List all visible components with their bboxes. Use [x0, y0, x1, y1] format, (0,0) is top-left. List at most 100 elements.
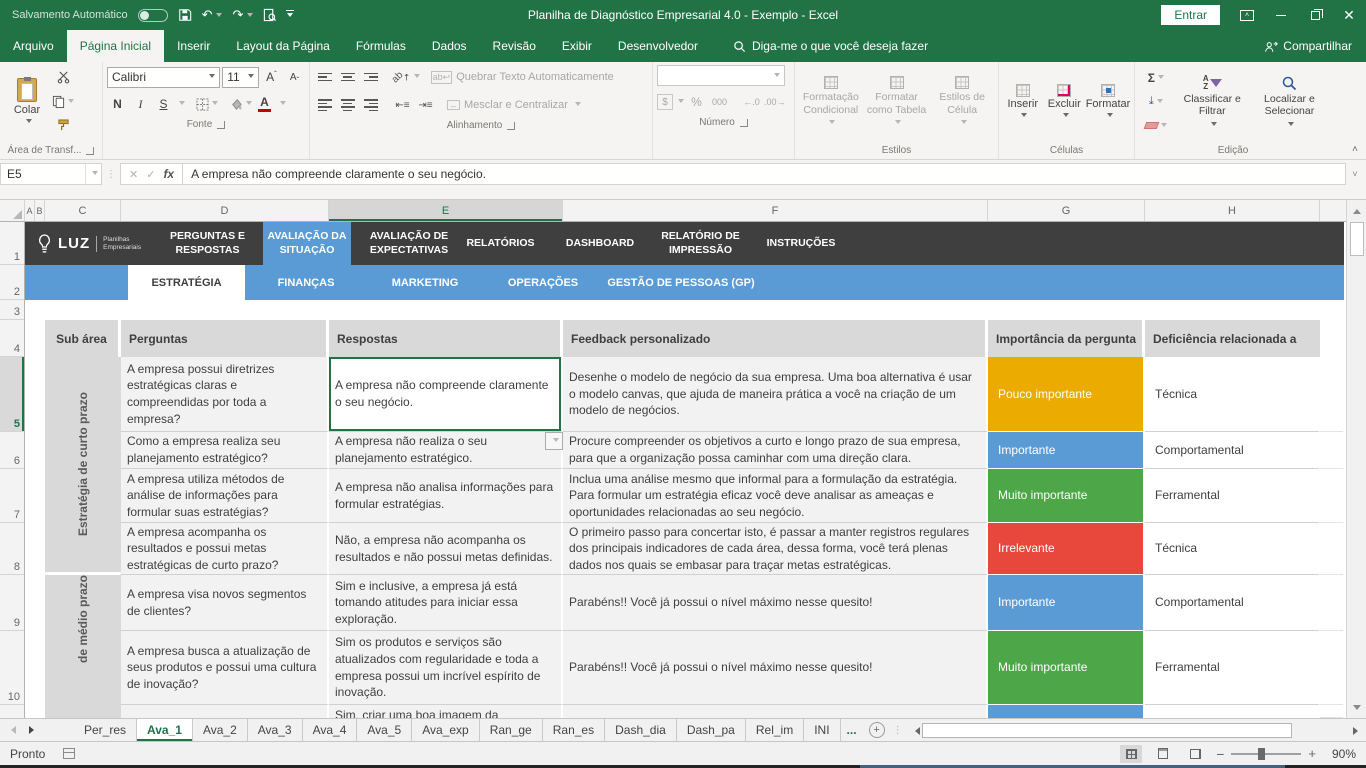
sheet-tab-ava-5[interactable]: Ava_5 — [357, 719, 412, 741]
cell-resposta[interactable]: Sim e inclusive, a empresa já está toman… — [329, 575, 563, 631]
cell-importancia[interactable] — [988, 705, 1145, 718]
page-break-view-icon[interactable] — [1184, 745, 1206, 763]
align-center-icon[interactable] — [337, 95, 358, 116]
header-perguntas[interactable]: Perguntas — [121, 320, 329, 357]
normal-view-icon[interactable] — [1120, 745, 1142, 763]
align-middle-icon[interactable] — [337, 67, 358, 88]
increase-font-icon[interactable]: Aˆ — [261, 67, 282, 88]
cell-resposta[interactable]: A empresa não realiza o seu planejamento… — [329, 432, 563, 469]
fill-icon[interactable]: ⤓ — [1139, 91, 1173, 112]
decrease-font-icon[interactable]: Aˇ — [284, 67, 305, 88]
cell-deficiencia[interactable]: Comportamental — [1145, 432, 1320, 469]
nav-item-perguntas-e-respostas[interactable]: PERGUNTAS E RESPOSTAS — [145, 222, 270, 265]
row-header[interactable]: 3 — [0, 300, 24, 320]
section-tab-estrategia[interactable]: ESTRATÉGIA — [128, 265, 245, 300]
tab-inserir[interactable]: Inserir — [164, 30, 223, 62]
cell-pergunta[interactable] — [121, 705, 329, 718]
row-header[interactable]: 10 — [0, 631, 24, 705]
nav-item-relatorios[interactable]: RELATÓRIOS — [463, 222, 538, 265]
header-sub-area[interactable]: Sub área — [45, 320, 121, 357]
cell-deficiencia[interactable]: Ferramental — [1145, 469, 1320, 523]
select-all-corner[interactable] — [0, 200, 25, 221]
row-header-selected[interactable]: 5 — [0, 357, 24, 432]
subarea-group-curto-prazo[interactable]: Estratégia de curto prazo — [45, 357, 121, 572]
align-left-icon[interactable] — [314, 95, 335, 116]
enter-icon[interactable]: ✓ — [146, 168, 155, 181]
cell-deficiencia[interactable] — [1145, 705, 1320, 718]
wrap-text-button[interactable]: ab↩ Quebrar Texto Automaticamente — [431, 67, 614, 88]
cell-feedback[interactable]: O primeiro passo para concertar isto, é … — [563, 523, 988, 575]
header-respostas[interactable]: Respostas — [329, 320, 563, 357]
redo-icon[interactable]: ↷ — [232, 7, 253, 23]
sheet-tab-ran-ge[interactable]: Ran_ge — [480, 719, 543, 741]
decrease-decimal-icon[interactable]: .00→ — [764, 92, 786, 113]
cell-feedback[interactable]: Parabéns!! Você já possui o nível máximo… — [563, 575, 988, 631]
font-family-select[interactable]: Calibri — [107, 67, 220, 88]
merge-center-button[interactable]: ↔ Mesclar e Centralizar — [447, 95, 581, 116]
tab-arquivo[interactable]: Arquivo — [0, 30, 67, 62]
row-header[interactable] — [0, 705, 24, 718]
more-sheets-button[interactable]: ... — [841, 719, 863, 741]
cell-importancia[interactable]: Irrelevante — [988, 523, 1145, 575]
decrease-indent-icon[interactable]: ⇤≡ — [392, 95, 413, 116]
vertical-scrollbar[interactable] — [1346, 200, 1366, 718]
cell-importancia[interactable]: Muito importante — [988, 469, 1145, 523]
bold-button[interactable]: N — [107, 94, 128, 115]
cell-resposta-selected[interactable]: A empresa não compreende claramente o se… — [329, 357, 563, 432]
ribbon-display-options-icon[interactable]: ˄ — [1230, 0, 1264, 30]
column-header-d[interactable]: D — [121, 200, 329, 221]
name-box[interactable]: E5 — [0, 163, 102, 185]
tab-formulas[interactable]: Fórmulas — [343, 30, 419, 62]
cell-importancia[interactable]: Importante — [988, 575, 1145, 631]
dialog-launcher-icon[interactable] — [86, 147, 94, 155]
section-tab-financas[interactable]: FINANÇAS — [261, 265, 351, 300]
undo-icon[interactable]: ↶ — [202, 7, 223, 23]
number-format-select[interactable] — [657, 65, 785, 86]
scroll-right-icon[interactable] — [1350, 722, 1364, 739]
cell-feedback[interactable]: Desenhe o modelo de negócio da sua empre… — [563, 357, 988, 432]
tell-me-search[interactable]: Diga-me o que você deseja fazer — [733, 30, 928, 62]
insert-cells-button[interactable]: Inserir — [1003, 65, 1043, 142]
row-header[interactable]: 7 — [0, 469, 24, 523]
cell-importancia[interactable]: Importante — [988, 432, 1145, 469]
format-cells-button[interactable]: Formatar — [1086, 65, 1130, 142]
cell-resposta[interactable]: Sim, criar uma boa imagem da — [329, 705, 563, 718]
conditional-formatting-button[interactable]: Formatação Condicional — [799, 65, 863, 142]
sheet-tab-ava-2[interactable]: Ava_2 — [193, 719, 248, 741]
cell-deficiencia[interactable]: Comportamental — [1145, 575, 1320, 631]
close-button[interactable]: ✕ — [1332, 0, 1366, 30]
cell-deficiencia[interactable]: Técnica — [1145, 523, 1320, 575]
prev-sheet-icon[interactable] — [0, 719, 22, 741]
cell-pergunta[interactable]: A empresa utiliza métodos de análise de … — [121, 469, 329, 523]
scroll-down-icon[interactable] — [1347, 698, 1366, 718]
minimize-button[interactable] — [1264, 0, 1298, 30]
italic-button[interactable]: I — [130, 94, 151, 115]
tab-dados[interactable]: Dados — [419, 30, 480, 62]
cell-resposta[interactable]: Não, a empresa não acompanha os resultad… — [329, 523, 563, 575]
sort-filter-button[interactable]: AZ Classificar e Filtrar — [1175, 65, 1250, 142]
column-header-h[interactable]: H — [1145, 200, 1320, 221]
save-icon[interactable] — [178, 8, 192, 22]
new-sheet-icon[interactable]: + — [869, 722, 885, 738]
nav-item-avaliacao-de-expectativas[interactable]: AVALIAÇÃO DE EXPECTATIVAS — [353, 222, 465, 265]
nav-item-dashboard[interactable]: DASHBOARD — [560, 222, 640, 265]
format-as-table-button[interactable]: Formatar como Tabela — [865, 65, 929, 142]
cell-importancia[interactable]: Muito importante — [988, 631, 1145, 705]
font-size-select[interactable]: 11 — [222, 67, 259, 88]
sheet-tab-ava-4[interactable]: Ava_4 — [303, 719, 358, 741]
collapse-ribbon-icon[interactable]: ˄ — [1352, 144, 1358, 155]
formula-input[interactable]: A empresa não compreende claramente o se… — [183, 163, 1346, 185]
row-header[interactable]: 2 — [0, 265, 24, 300]
sheet-tab-ini[interactable]: INI — [804, 719, 840, 741]
horizontal-scroll-thumb[interactable] — [922, 723, 1292, 738]
cell-resposta[interactable]: A empresa não analisa informações para f… — [329, 469, 563, 523]
cell-pergunta[interactable]: Como a empresa realiza seu planejamento … — [121, 432, 329, 469]
fill-color-icon[interactable] — [229, 94, 252, 115]
clear-icon[interactable] — [1139, 115, 1173, 136]
align-bottom-icon[interactable] — [360, 67, 381, 88]
cell-feedback[interactable]: Parabéns!! Você já possui o nível máximo… — [563, 631, 988, 705]
column-header-c[interactable]: C — [45, 200, 121, 221]
zoom-slider-thumb[interactable] — [1258, 748, 1265, 760]
cell-feedback[interactable] — [563, 705, 988, 718]
row-header[interactable]: 8 — [0, 523, 24, 575]
